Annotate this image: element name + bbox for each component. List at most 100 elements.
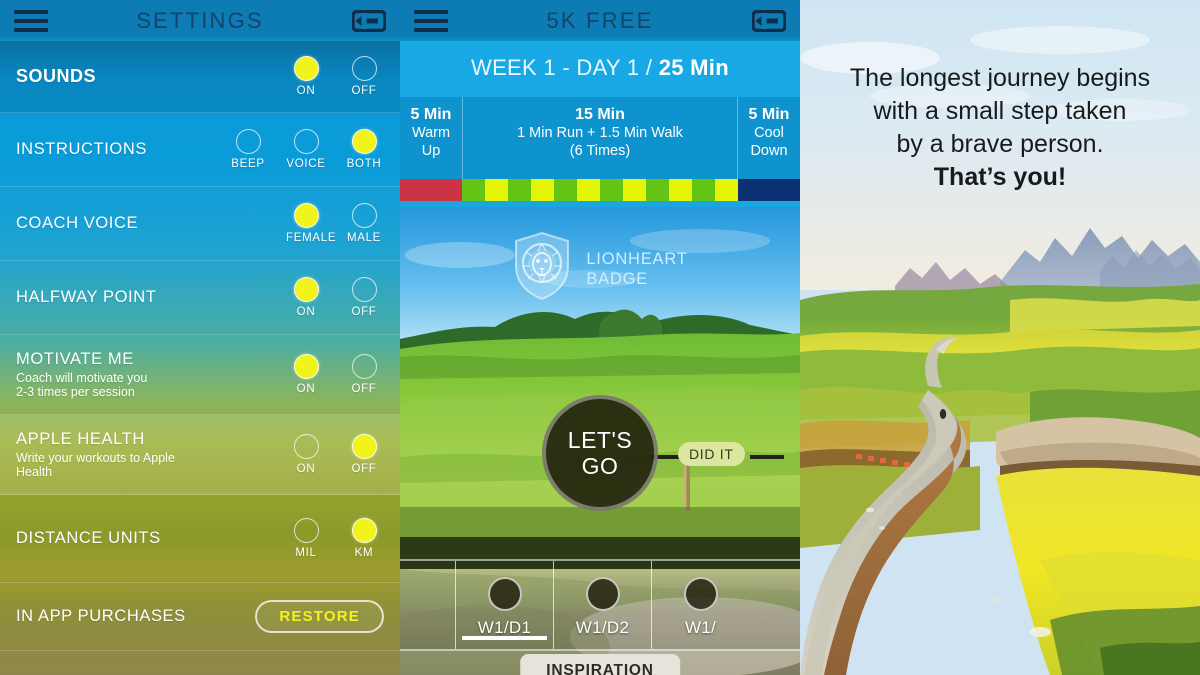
lionheart-badge-row[interactable]: LIONHEART BADGE xyxy=(400,207,800,330)
workout-progress-bar xyxy=(400,179,800,201)
radio-dot-selected[interactable] xyxy=(351,518,377,543)
hamburger-menu-icon[interactable] xyxy=(414,9,448,32)
did-it-button[interactable]: DID IT xyxy=(678,442,745,466)
progress-run-block xyxy=(554,179,577,201)
settings-row-motivate-me[interactable]: MOTIVATE ME Coach will motivate you 2-3 … xyxy=(0,335,400,415)
option-units-mil[interactable]: MIL xyxy=(286,518,326,559)
option-coach-voice-male[interactable]: MALE xyxy=(344,203,384,244)
option-label: MALE xyxy=(346,232,382,244)
day-carousel[interactable]: W1/D1 W1/D2 W1/ xyxy=(400,559,800,651)
option-label: ON xyxy=(296,383,316,395)
settings-row-apple-health[interactable]: APPLE HEALTH Write your workouts to Appl… xyxy=(0,415,400,495)
option-coach-voice-female[interactable]: FEMALE xyxy=(286,203,336,244)
radio-dot[interactable] xyxy=(293,518,319,543)
option-group: ON OFF xyxy=(286,56,384,97)
option-group: MIL KM xyxy=(286,518,384,559)
radio-dot[interactable] xyxy=(351,277,377,302)
carousel-item-label: W1/ xyxy=(684,618,717,637)
did-it-connector-right xyxy=(750,455,784,459)
row-title: HALFWAY POINT xyxy=(16,288,157,306)
radio-dot[interactable] xyxy=(351,56,377,81)
settings-row-instructions[interactable]: INSTRUCTIONS BEEP VOICE BOTH xyxy=(0,113,400,187)
carousel-active-underline xyxy=(462,636,547,640)
option-label: OFF xyxy=(351,306,377,318)
option-label: KM xyxy=(354,547,374,559)
progress-run-block xyxy=(462,179,485,201)
progress-walk-block xyxy=(623,179,646,201)
option-group: ON OFF xyxy=(286,277,384,318)
progress-cooldown-segment xyxy=(738,179,800,201)
option-halfway-on[interactable]: ON xyxy=(286,277,326,318)
option-label: MIL xyxy=(295,547,317,559)
carousel-item-w1d3[interactable]: W1/ xyxy=(651,561,749,649)
carousel-item-w1d1[interactable]: W1/D1 xyxy=(455,561,553,649)
option-label: ON xyxy=(296,463,316,475)
option-instructions-voice[interactable]: VOICE xyxy=(286,129,326,170)
settings-rows-list: SOUNDS ON OFF INSTRUCTIONS BEEP VOICE BO… xyxy=(0,41,400,675)
carousel-item-label: W1/D1 xyxy=(477,618,532,637)
lets-go-line1: LET'S xyxy=(567,427,633,453)
carousel-item-ring xyxy=(487,577,522,611)
segment-description: Cool Down xyxy=(750,125,788,159)
progress-warmup-segment xyxy=(400,179,462,201)
radio-dot-selected[interactable] xyxy=(351,129,377,154)
option-label: OFF xyxy=(351,85,377,97)
option-label: ON xyxy=(296,306,316,318)
option-halfway-off[interactable]: OFF xyxy=(344,277,384,318)
radio-dot-selected[interactable] xyxy=(293,56,319,81)
hamburger-menu-icon[interactable] xyxy=(14,9,48,32)
badge-label: LIONHEART BADGE xyxy=(586,249,687,289)
radio-dot[interactable] xyxy=(351,354,377,379)
option-instructions-both[interactable]: BOTH xyxy=(344,129,384,170)
row-title: DISTANCE UNITS xyxy=(16,529,161,547)
inspiration-button[interactable]: INSPIRATION xyxy=(520,654,680,675)
radio-dot[interactable] xyxy=(235,129,261,154)
option-apple-health-on[interactable]: ON xyxy=(286,434,326,475)
progress-walk-block xyxy=(715,179,738,201)
settings-row-coach-voice[interactable]: COACH VOICE FEMALE MALE xyxy=(0,187,400,261)
lets-go-button[interactable]: LET'S GO xyxy=(542,395,658,511)
settings-row-sounds[interactable]: SOUNDS ON OFF xyxy=(0,41,400,113)
lion-shield-badge-icon xyxy=(512,230,572,307)
quote-emphasis: That’s you! xyxy=(933,163,1067,191)
option-sounds-off[interactable]: OFF xyxy=(344,56,384,97)
option-sounds-on[interactable]: ON xyxy=(286,56,326,97)
quote-line-2: with a small step taken xyxy=(873,97,1127,125)
radio-dot-selected[interactable] xyxy=(293,354,319,379)
settings-row-distance-units[interactable]: DISTANCE UNITS MIL KM xyxy=(0,495,400,583)
option-group: FEMALE MALE xyxy=(286,203,384,244)
workout-segments: 5 Min Warm Up 15 Min 1 Min Run + 1.5 Min… xyxy=(400,97,800,179)
carousel-item-w1d2[interactable]: W1/D2 xyxy=(553,561,651,649)
segment-minutes: 5 Min xyxy=(410,106,452,123)
option-motivate-on[interactable]: ON xyxy=(286,354,326,395)
carousel-item-ring xyxy=(585,577,620,611)
option-units-km[interactable]: KM xyxy=(344,518,384,559)
option-apple-health-off[interactable]: OFF xyxy=(344,434,384,475)
restore-purchases-button[interactable]: RESTORE xyxy=(255,600,384,633)
back-arrow-icon[interactable] xyxy=(351,9,387,32)
row-title: APPLE HEALTH xyxy=(16,429,145,448)
settings-row-halfway-point[interactable]: HALFWAY POINT ON OFF xyxy=(0,261,400,335)
back-arrow-icon[interactable] xyxy=(751,9,787,32)
session-title: WEEK 1 - DAY 1 / 25 Min xyxy=(400,55,800,81)
carousel-item-ring xyxy=(683,577,718,611)
option-instructions-beep[interactable]: BEEP xyxy=(228,129,268,170)
option-label: BOTH xyxy=(346,158,382,170)
radio-dot[interactable] xyxy=(293,434,319,459)
app-screenshots-strip: SETTINGS SOUNDS ON OFF INSTRUCTIONS BEEP… xyxy=(0,0,1200,675)
radio-dot-selected[interactable] xyxy=(351,434,377,459)
row-subtitle: Write your workouts to Apple Health xyxy=(16,450,175,480)
option-label: OFF xyxy=(351,383,377,395)
radio-dot[interactable] xyxy=(293,129,319,154)
page-title: 5K FREE xyxy=(546,7,654,33)
radio-dot-selected[interactable] xyxy=(293,277,319,302)
radio-dot-selected[interactable] xyxy=(293,203,319,228)
settings-row-in-app-purchases[interactable]: IN APP PURCHASES RESTORE xyxy=(0,583,400,651)
segment-main: 15 Min 1 Min Run + 1.5 Min Walk (6 Times… xyxy=(462,97,738,179)
settings-header: SETTINGS xyxy=(0,0,400,41)
row-title: IN APP PURCHASES xyxy=(16,607,186,625)
workout-background-photo: LIONHEART BADGE LET'S GO DID IT W1/D1 W1… xyxy=(400,207,800,675)
badge-label-line2: BADGE xyxy=(586,269,649,288)
radio-dot[interactable] xyxy=(351,203,377,228)
option-motivate-off[interactable]: OFF xyxy=(344,354,384,395)
